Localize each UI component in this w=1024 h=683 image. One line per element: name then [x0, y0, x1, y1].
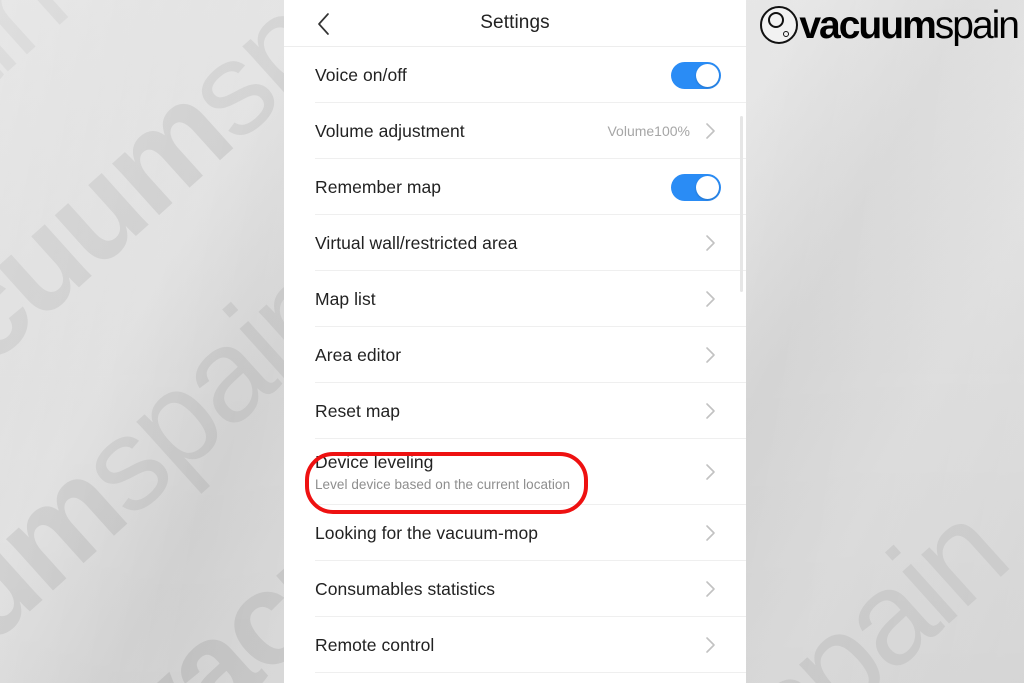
- brand-name-light: spain: [934, 3, 1020, 47]
- settings-row-consumables-statistics[interactable]: Consumables statistics: [284, 561, 746, 617]
- volume-value: Volume100%: [607, 123, 690, 139]
- settings-row-label: Area editor: [315, 344, 402, 365]
- chevron-right-icon: [702, 291, 718, 307]
- settings-row-label: Volume adjustment: [315, 120, 465, 141]
- settings-row-looking-for-vacuum-mop[interactable]: Looking for the vacuum-mop: [284, 505, 746, 561]
- settings-row-virtual-wall[interactable]: Virtual wall/restricted area: [284, 215, 746, 271]
- chevron-right-icon: [702, 403, 718, 419]
- settings-row-label: Remember map: [315, 176, 442, 197]
- settings-row-label: Voice on/off: [315, 64, 407, 85]
- settings-row-label: Map list: [315, 288, 376, 309]
- settings-row-label: Looking for the vacuum-mop: [315, 522, 539, 543]
- chevron-right-icon: [702, 347, 718, 363]
- settings-row-label: Consumables statistics: [315, 578, 496, 599]
- brand-logo: vacuumspain: [750, 2, 1020, 48]
- settings-row-voice-on-off[interactable]: Voice on/off: [284, 47, 746, 103]
- back-button[interactable]: [308, 9, 338, 39]
- settings-row-reset-map[interactable]: Reset map: [284, 383, 746, 439]
- chevron-right-icon: [702, 581, 718, 597]
- brand-wordmark: vacuumspain: [799, 3, 1020, 47]
- phone-screen: Settings Voice on/off Volume adjustment …: [284, 0, 746, 683]
- settings-row-label: Remote control: [315, 634, 435, 655]
- page-title: Settings: [480, 12, 550, 33]
- watermark-word-bold: vacuum: [0, 57, 256, 485]
- chevron-right-icon: [702, 235, 718, 251]
- chevron-left-icon: [316, 12, 330, 36]
- watermark-word-light: spain: [713, 477, 1024, 683]
- chevron-right-icon: [702, 123, 718, 139]
- settings-row-device-leveling[interactable]: Device leveling Level device based on th…: [284, 439, 746, 505]
- settings-row-volume-adjustment[interactable]: Volume adjustment Volume100%: [284, 103, 746, 159]
- settings-row-sublabel: Level device based on the current locati…: [315, 477, 571, 492]
- remember-map-toggle[interactable]: [671, 173, 721, 201]
- vertical-scrollbar[interactable]: [740, 116, 743, 292]
- chevron-right-icon: [702, 637, 718, 653]
- settings-row-remote-control[interactable]: Remote control: [284, 617, 746, 673]
- screenshot-canvas: vacuumspain vacuumspain vacuumspain vacu…: [0, 0, 1024, 683]
- watermark-word-light: spain: [0, 0, 91, 233]
- toggle-knob: [696, 63, 719, 87]
- watermark-word-bold: vacuum: [0, 432, 150, 683]
- settings-row-area-editor[interactable]: Area editor: [284, 327, 746, 383]
- app-header: Settings: [284, 0, 746, 47]
- settings-row-label: Reset map: [315, 400, 401, 421]
- robot-vacuum-circle-icon: [760, 6, 799, 44]
- toggle-knob: [696, 175, 719, 199]
- chevron-right-icon: [702, 525, 718, 541]
- settings-list: Voice on/off Volume adjustment Volume100…: [284, 47, 746, 673]
- chevron-right-icon: [702, 464, 718, 480]
- settings-row-label: Virtual wall/restricted area: [315, 232, 518, 253]
- settings-row-remember-map[interactable]: Remember map: [284, 159, 746, 215]
- voice-on-off-toggle[interactable]: [671, 61, 721, 89]
- brand-name-bold: vacuum: [799, 3, 936, 47]
- settings-row-label: Device leveling: [315, 452, 434, 472]
- settings-row-map-list[interactable]: Map list: [284, 271, 746, 327]
